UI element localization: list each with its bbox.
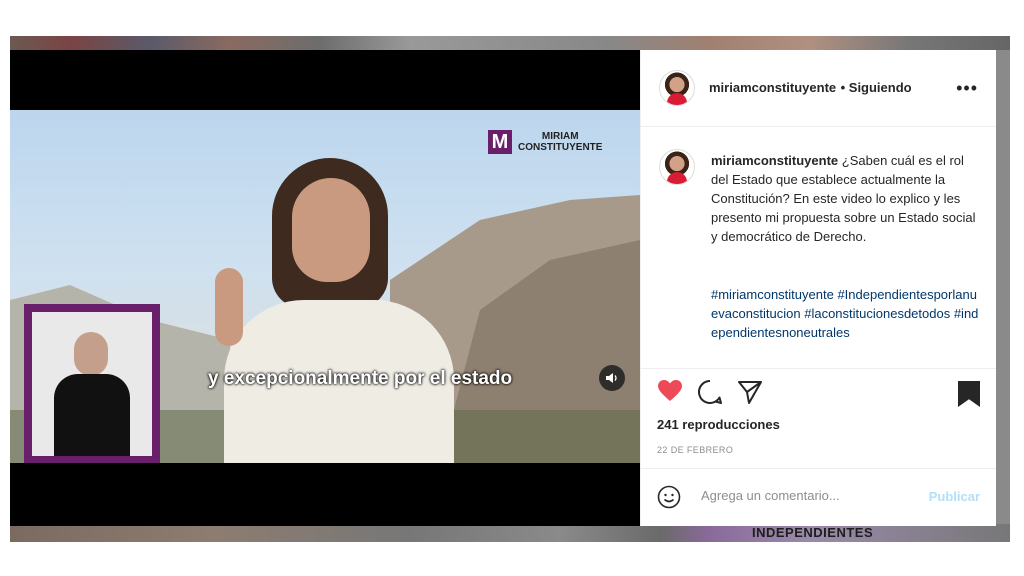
logo-mark: M — [488, 130, 512, 154]
post-header: miriamconstituyente • Siguiendo ••• — [641, 50, 996, 127]
caption-avatar[interactable] — [659, 149, 695, 185]
post-modal: M MIRIAM CONSTITUYENTE y excepcionalment… — [10, 50, 996, 526]
background-banner-text: INDEPENDIENTES — [752, 525, 874, 540]
caption-body: miriamconstituyente ¿Saben cuál es el ro… — [711, 151, 981, 246]
caption-hashtags[interactable]: #miriamconstituyente #Independientesporl… — [711, 285, 981, 342]
bookmark-icon[interactable] — [958, 381, 980, 407]
emoji-icon[interactable] — [657, 485, 681, 509]
speaker-face — [292, 178, 370, 282]
post-date[interactable]: 22 DE FEBRERO — [657, 445, 733, 455]
background-strip-top — [10, 36, 1010, 50]
interpreter-body — [54, 374, 130, 456]
heart-icon[interactable] — [657, 379, 683, 403]
comment-icon[interactable] — [697, 379, 723, 405]
sign-language-inset — [24, 304, 160, 463]
sound-toggle-button[interactable] — [599, 365, 625, 391]
sign-language-frame — [32, 312, 152, 456]
video-player[interactable]: M MIRIAM CONSTITUYENTE y excepcionalment… — [10, 50, 640, 526]
action-icons — [657, 379, 763, 405]
interpreter-head — [74, 332, 108, 376]
caption-area: miriamconstituyente ¿Saben cuál es el ro… — [641, 127, 996, 367]
view-count[interactable]: 241 reproducciones — [657, 417, 780, 432]
avatar[interactable] — [659, 70, 695, 106]
post-sidebar: miriamconstituyente • Siguiendo ••• miri… — [640, 50, 996, 526]
more-icon[interactable]: ••• — [956, 78, 978, 99]
header-username[interactable]: miriamconstituyente — [709, 80, 836, 95]
logo-text: MIRIAM CONSTITUYENTE — [518, 131, 602, 153]
sound-icon — [606, 373, 617, 383]
share-icon[interactable] — [737, 379, 763, 405]
comment-input[interactable] — [699, 487, 913, 504]
comment-bar: Publicar — [641, 468, 996, 527]
post-actions: 241 reproducciones 22 DE FEBRERO — [641, 368, 996, 469]
video-frame[interactable]: M MIRIAM CONSTITUYENTE — [10, 110, 640, 463]
caption-username[interactable]: miriamconstituyente — [711, 153, 838, 168]
logo-line-1: MIRIAM — [541, 131, 579, 142]
video-subtitle: y excepcionalmente por el estado — [208, 368, 513, 389]
logo-line-2: CONSTITUYENTE — [518, 142, 603, 153]
publish-button[interactable]: Publicar — [929, 489, 980, 504]
miriam-logo: M MIRIAM CONSTITUYENTE — [488, 130, 602, 154]
speaker-hand — [215, 268, 243, 346]
follow-status[interactable]: • Siguiendo — [841, 80, 912, 95]
